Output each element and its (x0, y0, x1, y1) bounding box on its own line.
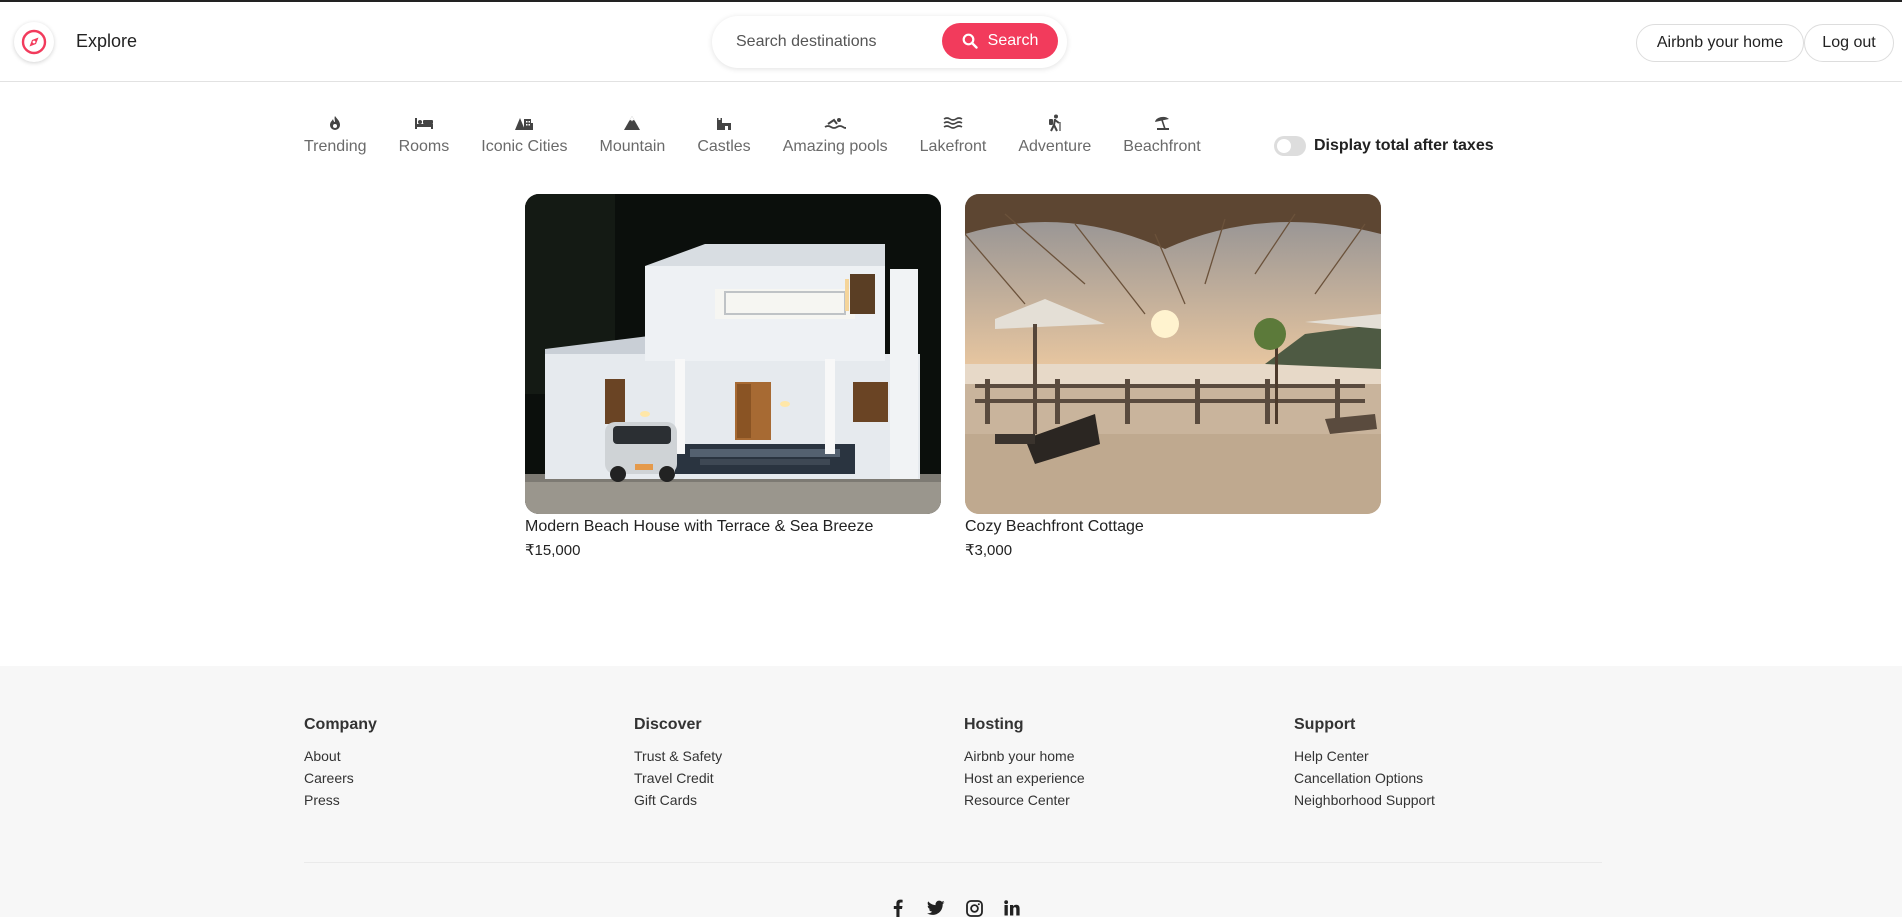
mountain-icon (621, 112, 643, 134)
city-icon (513, 112, 535, 134)
category-adventure[interactable]: Adventure (1018, 112, 1091, 162)
category-label: Adventure (1018, 138, 1092, 155)
category-label: Iconic Cities (481, 138, 568, 155)
swimmer-icon (824, 112, 847, 134)
category-label: Mountain (599, 138, 666, 155)
brand-title[interactable]: Explore (76, 31, 137, 52)
category-label: Lakefront (919, 138, 987, 155)
footer-link[interactable]: Neighborhood Support (1294, 792, 1435, 808)
footer-link[interactable]: Airbnb your home (964, 748, 1085, 764)
footer-link[interactable]: Resource Center (964, 792, 1085, 808)
logout-button[interactable]: Log out (1804, 24, 1894, 62)
category-lakefront[interactable]: Lakefront (919, 112, 987, 162)
footer-link[interactable]: Cancellation Options (1294, 770, 1435, 786)
footer-link[interactable]: Gift Cards (634, 792, 722, 808)
footer-column-support: Support Help Center Cancellation Options… (1294, 716, 1435, 814)
category-amazing-pools[interactable]: Amazing pools (783, 112, 888, 162)
airbnb-your-home-button[interactable]: Airbnb your home (1636, 24, 1804, 62)
header: Explore Search Airbnb your home Log out (0, 2, 1902, 82)
toggle-knob (1277, 139, 1291, 153)
search-bar: Search (712, 16, 1067, 68)
category-label: Trending (304, 138, 367, 155)
category-label: Amazing pools (782, 138, 888, 155)
instagram-icon[interactable] (964, 898, 984, 918)
category-castles[interactable]: Castles (697, 112, 751, 162)
footer-column-company: Company About Careers Press (304, 716, 377, 814)
footer-column-discover: Discover Trust & Safety Travel Credit Gi… (634, 716, 722, 814)
footer-link[interactable]: Trust & Safety (634, 748, 722, 764)
umbrella-beach-icon (1151, 112, 1173, 134)
hiker-icon (1044, 112, 1066, 134)
listing-price: ₹3,000 (965, 542, 1013, 559)
facebook-icon[interactable] (888, 898, 908, 918)
category-beachfront[interactable]: Beachfront (1123, 112, 1201, 162)
linkedin-icon[interactable] (1002, 898, 1022, 918)
listing-title[interactable]: Cozy Beachfront Cottage (965, 518, 1381, 536)
tax-toggle-switch[interactable] (1274, 136, 1306, 156)
category-iconic-cities[interactable]: Iconic Cities (481, 112, 568, 162)
bed-icon (413, 112, 435, 134)
footer: Company About Careers Press Discover Tru… (0, 666, 1902, 917)
listing-photo-house[interactable] (525, 194, 941, 514)
category-bar: Trending Rooms Iconic Cities Mountain Ca… (304, 112, 1233, 162)
search-button[interactable]: Search (942, 23, 1058, 59)
category-label: Beachfront (1123, 138, 1201, 155)
footer-heading: Support (1294, 716, 1356, 733)
listing-title[interactable]: Modern Beach House with Terrace & Sea Br… (525, 518, 941, 536)
footer-heading: Company (304, 716, 377, 733)
water-icon (942, 112, 964, 134)
category-rooms[interactable]: Rooms (398, 112, 450, 162)
compass-logo-icon[interactable] (14, 22, 54, 62)
search-icon (962, 33, 978, 49)
footer-link[interactable]: Travel Credit (634, 770, 722, 786)
twitter-icon[interactable] (926, 898, 946, 918)
listing-photo-beach[interactable] (965, 194, 1381, 514)
footer-link[interactable]: Host an experience (964, 770, 1085, 786)
footer-divider (304, 862, 1602, 863)
category-trending[interactable]: Trending (304, 112, 367, 162)
listing-price: ₹15,000 (525, 542, 581, 559)
category-label: Castles (697, 138, 751, 155)
social-links (888, 898, 1022, 918)
search-button-label: Search (987, 32, 1039, 49)
footer-column-hosting: Hosting Airbnb your home Host an experie… (964, 716, 1085, 814)
fire-icon (324, 112, 346, 134)
footer-link[interactable]: Press (304, 792, 377, 808)
tax-toggle-label[interactable]: Display total after taxes (1314, 137, 1494, 155)
castle-icon (713, 112, 735, 134)
listing-card[interactable]: Cozy Beachfront Cottage ₹3,000 (965, 194, 1381, 559)
search-input[interactable] (736, 30, 936, 54)
footer-link[interactable]: Careers (304, 770, 377, 786)
listing-card[interactable]: Modern Beach House with Terrace & Sea Br… (525, 194, 941, 559)
footer-link[interactable]: Help Center (1294, 748, 1435, 764)
tax-toggle-group: Display total after taxes (1274, 136, 1494, 156)
footer-link[interactable]: About (304, 748, 377, 764)
footer-heading: Discover (634, 716, 702, 733)
category-mountain[interactable]: Mountain (599, 112, 666, 162)
footer-heading: Hosting (964, 716, 1024, 733)
category-label: Rooms (398, 138, 450, 155)
